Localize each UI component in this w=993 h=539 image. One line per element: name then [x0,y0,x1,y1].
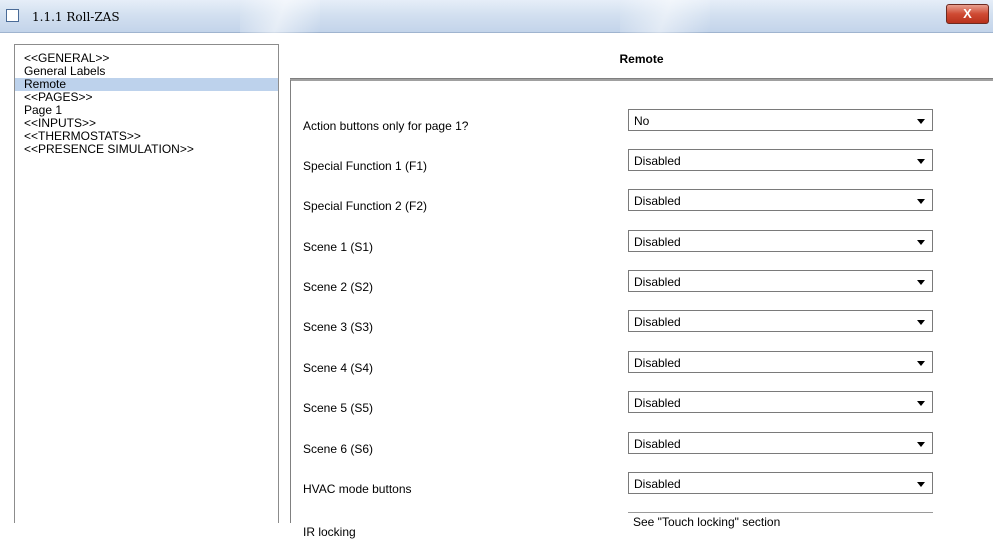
dropdown-value: Disabled [634,194,681,208]
dialog-body: <<GENERAL>> General Labels Remote <<PAGE… [0,33,993,539]
special-function-2-dropdown[interactable]: Disabled [628,189,933,211]
dropdown-value: No [634,114,650,128]
dropdown-arrow-icon[interactable] [917,361,925,366]
parameter-label: Scene 1 (S1) [303,240,374,254]
dropdown-arrow-icon[interactable] [917,240,925,245]
parameter-row: IR locking See "Touch locking" section [291,508,991,539]
scene-2-dropdown[interactable]: Disabled [628,270,933,292]
close-button[interactable]: X [946,4,989,24]
parameter-row: Scene 4 (S4) Disabled [291,349,991,389]
dropdown-arrow-icon[interactable] [917,442,925,447]
dropdown-arrow-icon[interactable] [917,159,925,164]
parameter-tree: <<GENERAL>> General Labels Remote <<PAGE… [14,44,279,523]
scene-4-dropdown[interactable]: Disabled [628,351,933,373]
parameter-label: Special Function 2 (F2) [303,199,428,213]
parameter-row: Special Function 1 (F1) Disabled [291,147,991,187]
dropdown-arrow-icon[interactable] [917,280,925,285]
parameter-label: IR locking [303,525,356,539]
dropdown-arrow-icon[interactable] [917,119,925,124]
parameter-label: HVAC mode buttons [303,482,412,496]
dropdown-value: Disabled [634,477,681,491]
scene-1-dropdown[interactable]: Disabled [628,230,933,252]
parameter-row: Scene 6 (S6) Disabled [291,430,991,470]
info-text: See "Touch locking" section [633,515,781,529]
parameter-row: Special Function 2 (F2) Disabled [291,187,991,227]
parameter-row: Scene 2 (S2) Disabled [291,268,991,308]
parameter-row: Scene 3 (S3) Disabled [291,308,991,348]
window-title: 1.1.1 Roll-ZAS [32,10,120,24]
dropdown-value: Disabled [634,275,681,289]
parameter-label: Scene 2 (S2) [303,280,374,294]
dropdown-value: Disabled [634,235,681,249]
parameter-label: Scene 3 (S3) [303,320,374,334]
window-icon [6,9,19,22]
scene-5-dropdown[interactable]: Disabled [628,391,933,413]
parameter-label: Special Function 1 (F1) [303,159,428,173]
parameter-label: Action buttons only for page 1? [303,119,469,133]
parameter-row: HVAC mode buttons Disabled [291,470,991,510]
parameter-label: Scene 6 (S6) [303,442,374,456]
dropdown-arrow-icon[interactable] [917,482,925,487]
parameter-list: Action buttons only for page 1? No Speci… [290,80,993,539]
scene-3-dropdown[interactable]: Disabled [628,310,933,332]
dropdown-arrow-icon[interactable] [917,401,925,406]
parameter-panel: Remote Action buttons only for page 1? N… [290,44,993,539]
special-function-1-dropdown[interactable]: Disabled [628,149,933,171]
dropdown-arrow-icon[interactable] [917,199,925,204]
dropdown-value: Disabled [634,437,681,451]
dropdown-value: Disabled [634,396,681,410]
parameter-label: Scene 4 (S4) [303,361,374,375]
dropdown-value: Disabled [634,154,681,168]
panel-title: Remote [619,52,664,66]
title-bar: 1.1.1 Roll-ZAS X [0,0,993,33]
parameter-row: Scene 1 (S1) Disabled [291,228,991,268]
dropdown-arrow-icon[interactable] [917,320,925,325]
ir-locking-info: See "Touch locking" section [628,512,933,532]
parameter-row: Scene 5 (S5) Disabled [291,389,991,429]
parameter-row: Action buttons only for page 1? No [291,107,991,147]
action-buttons-page1-dropdown[interactable]: No [628,109,933,131]
parameter-label: Scene 5 (S5) [303,401,374,415]
dropdown-value: Disabled [634,315,681,329]
dropdown-value: Disabled [634,356,681,370]
tree-item-presence-simulation[interactable]: <<PRESENCE SIMULATION>> [15,143,278,156]
hvac-mode-buttons-dropdown[interactable]: Disabled [628,472,933,494]
scene-6-dropdown[interactable]: Disabled [628,432,933,454]
